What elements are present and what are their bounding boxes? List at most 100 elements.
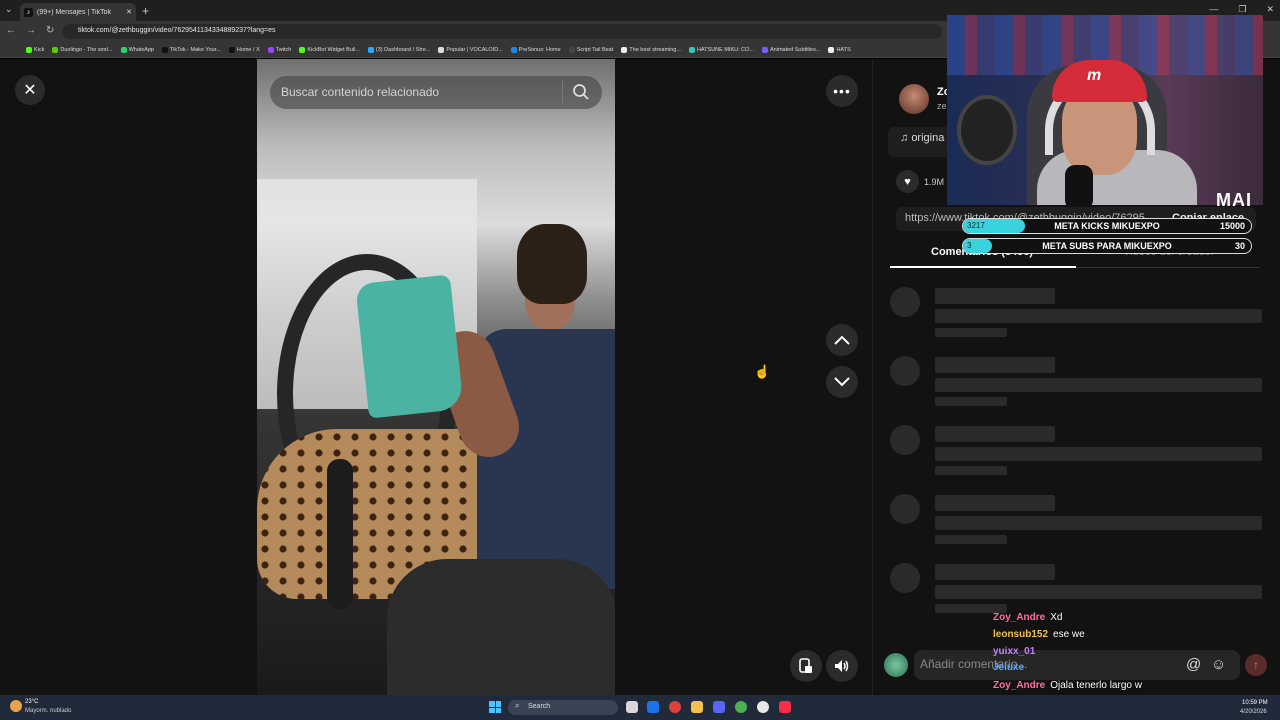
minimize-icon[interactable]: — [1209, 4, 1218, 15]
discord-icon[interactable] [713, 701, 725, 713]
comment-skeleton [890, 356, 1270, 416]
forward-icon[interactable]: → [26, 25, 36, 36]
obs-icon[interactable] [757, 701, 769, 713]
arrow-up-icon: ↑ [1253, 658, 1259, 672]
bookmark-item[interactable]: PreSonus: Home [510, 46, 561, 53]
send-comment-button[interactable]: ↑ [1245, 654, 1267, 676]
browser-tab[interactable]: ♪ (99+) Mensajes | TikTok ✕ [20, 3, 136, 21]
active-tab-indicator [890, 266, 1076, 268]
bookmark-item[interactable]: HATSUNE MIKU: CO... [688, 46, 754, 53]
chrome-icon[interactable] [735, 701, 747, 713]
comment-skeleton [890, 563, 1270, 623]
weather-description: Mayorm. nublado [25, 708, 72, 714]
chat-message: Zoy_Andre Ojala tenerlo largo w [993, 680, 1142, 691]
webcam-drum [957, 95, 1017, 165]
creator-avatar[interactable] [899, 84, 929, 114]
bookmark-favicon-icon [228, 46, 235, 53]
bookmark-item[interactable]: Kick [26, 46, 44, 53]
bookmark-label: TikTok - Make Your... [169, 46, 221, 53]
bookmark-favicon-icon [828, 46, 835, 53]
bookmark-label: The best streaming... [629, 46, 681, 53]
reload-icon[interactable]: ↻ [46, 25, 54, 36]
music-note-icon: ♫ [900, 132, 909, 144]
comment-skeleton [890, 494, 1270, 554]
tiktok-icon: ♪ [24, 7, 33, 17]
chat-message: yuixx_01 [993, 646, 1040, 657]
bookmark-favicon-icon [120, 46, 127, 53]
bookmark-favicon-icon [688, 46, 695, 53]
stream-logo: MAI [1216, 190, 1252, 210]
bookmark-label: HATS [836, 46, 851, 53]
clock-date: 4/20/2026 [1240, 709, 1267, 715]
bookmark-label: Script Tail Beat [576, 46, 614, 53]
bookmark-label: Animated Subtitles... [770, 46, 821, 53]
close-button[interactable]: ✕ [15, 75, 45, 105]
bookmark-label: PreSonus: Home [518, 46, 561, 53]
heart-icon: ♥ [904, 175, 911, 188]
chat-message: leonsub152 ese we [993, 629, 1085, 640]
bookmark-item[interactable]: Animated Subtitles... [762, 46, 821, 53]
bookmark-item[interactable]: Duolingo - The worl... [52, 46, 113, 53]
video-player[interactable] [257, 59, 615, 695]
chat-message: Zoy_Andre Xd [993, 612, 1062, 623]
bookmark-item[interactable]: Script Tail Beat [568, 46, 614, 53]
mini-player-button[interactable] [790, 650, 822, 682]
mini-player-icon [799, 658, 812, 673]
more-options-button[interactable]: ••• [826, 75, 858, 107]
bookmark-item[interactable]: Popular | VOCALOID... [438, 46, 503, 53]
app-icon[interactable] [669, 701, 681, 713]
window-close-icon[interactable]: ✕ [1266, 4, 1274, 15]
more-icon: ••• [833, 83, 851, 99]
weather-icon[interactable] [10, 700, 22, 712]
close-icon: ✕ [23, 82, 37, 99]
task-view-icon[interactable] [626, 701, 638, 713]
bookmark-favicon-icon [510, 46, 517, 53]
bookmark-label: HATSUNE MIKU: CO... [696, 46, 754, 53]
file-explorer-icon[interactable] [691, 701, 703, 713]
chat-username: Zoy_Andre [993, 612, 1046, 623]
windows-taskbar [0, 695, 1280, 720]
store-icon[interactable] [647, 701, 659, 713]
taskbar-search[interactable]: Search [508, 700, 618, 715]
bookmark-label: Popular | VOCALOID... [446, 46, 503, 53]
volume-button[interactable] [826, 650, 858, 682]
goal-label: META SUBS PARA MIKUEXPO [1042, 241, 1172, 251]
volume-icon [835, 660, 849, 672]
url-field[interactable]: tiktok.com/@zethbuggin/video/76295411343… [62, 24, 942, 39]
back-icon[interactable]: ← [6, 25, 16, 36]
bookmark-item[interactable]: Home / X [228, 46, 260, 53]
chat-username: Zoy_Andre [993, 680, 1046, 691]
bookmark-item[interactable]: (3) Dashboard / Stre... [367, 46, 431, 53]
creator-handle: ze [937, 101, 947, 111]
chat-username: Jeluxe [993, 662, 1025, 673]
bookmark-label: Twitch [275, 46, 292, 53]
music-app-icon[interactable] [779, 701, 791, 713]
streamer-webcam: m [947, 15, 1263, 205]
chat-text: Xd [1050, 612, 1063, 623]
search-icon[interactable] [572, 83, 590, 106]
next-video-button[interactable] [826, 366, 858, 398]
bookmark-favicon-icon [267, 46, 274, 53]
bookmark-item[interactable]: TikTok - Make Your... [161, 46, 221, 53]
bookmark-item[interactable]: HATS [828, 46, 851, 53]
like-button[interactable]: ♥ [896, 170, 919, 193]
previous-video-button[interactable] [826, 324, 858, 356]
bookmark-item[interactable]: The best streaming... [621, 46, 681, 53]
chat-text: ese we [1053, 629, 1085, 640]
mouse-cursor-icon: ☝ [754, 364, 771, 379]
tab-list-icon[interactable]: ⌄ [5, 4, 13, 15]
bookmark-item[interactable]: KickBot Widget Buil... [299, 46, 360, 53]
mention-icon[interactable]: @ [1186, 656, 1201, 673]
tab-close-icon[interactable]: ✕ [126, 8, 132, 16]
bookmark-item[interactable]: Twitch [267, 46, 292, 53]
bookmark-item[interactable]: WhatsApp [120, 46, 154, 53]
webcam-microphone [1065, 165, 1093, 205]
new-tab-button[interactable]: + [142, 4, 149, 18]
bookmark-label: (3) Dashboard / Stre... [375, 46, 431, 53]
bookmark-label: KickBot Widget Buil... [307, 46, 360, 53]
emoji-icon[interactable]: ☺ [1211, 656, 1226, 673]
tab-title: (99+) Mensajes | TikTok [37, 8, 111, 16]
maximize-icon[interactable]: ❐ [1238, 4, 1246, 15]
windows-start-icon[interactable] [489, 701, 501, 713]
chat-text: Ojala tenerlo largo w [1050, 680, 1142, 691]
